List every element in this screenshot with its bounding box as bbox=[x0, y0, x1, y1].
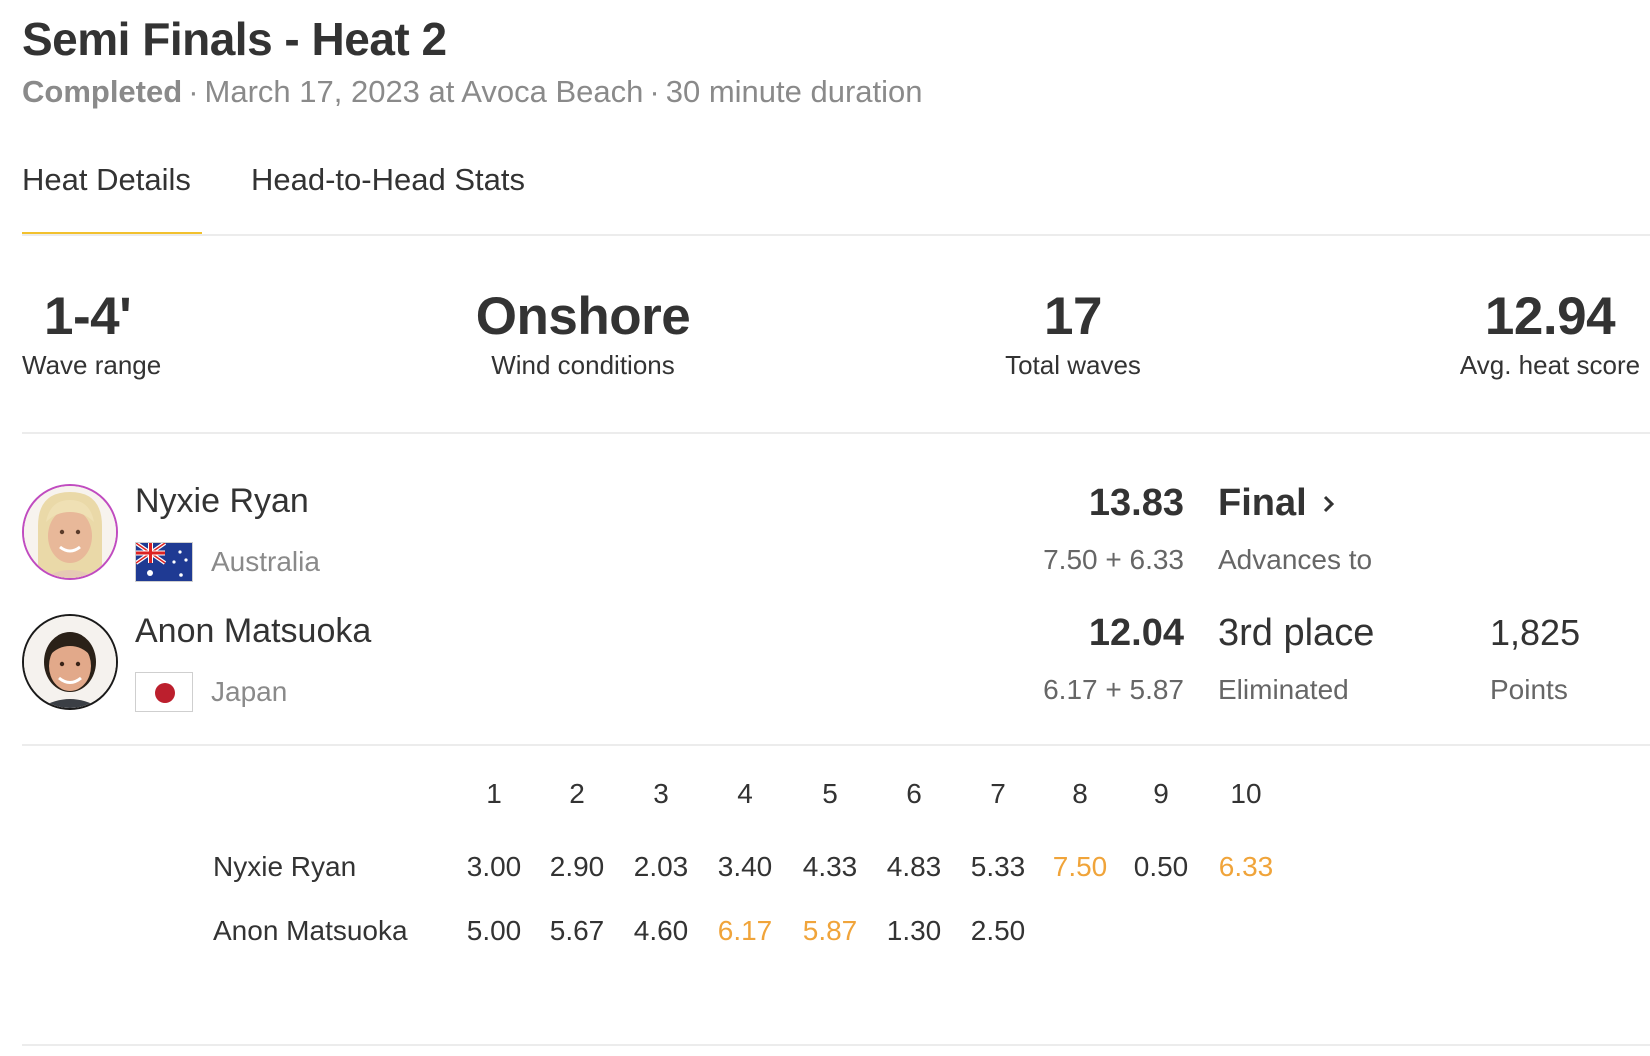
result-label: 3rd place bbox=[1218, 612, 1375, 654]
stat-wave-range: 1-4' Wave range bbox=[22, 286, 161, 381]
wave-score-counted: 5.87 bbox=[802, 915, 858, 946]
stat-value: 12.94 bbox=[1484, 287, 1616, 346]
japan-flag-icon bbox=[135, 672, 193, 712]
divider bbox=[22, 1044, 1650, 1046]
australia-flag-icon bbox=[135, 542, 193, 582]
athlete-name[interactable]: Anon Matsuoka bbox=[135, 612, 371, 651]
athlete-total-score: 13.83 bbox=[1088, 482, 1184, 524]
stat-value: Onshore bbox=[475, 287, 691, 346]
wave-number-header: 2 bbox=[569, 778, 585, 809]
wave-number-header: 10 bbox=[1230, 778, 1262, 809]
athlete-country: Japan bbox=[211, 676, 288, 707]
separator: · bbox=[649, 74, 660, 109]
athlete-best-waves: 6.17 + 5.87 bbox=[1043, 674, 1184, 705]
stat-wind-conditions: Onshore Wind conditions bbox=[463, 286, 703, 381]
athlete-photo-icon bbox=[24, 616, 116, 708]
separator: · bbox=[188, 74, 199, 109]
wave-number-header: 3 bbox=[653, 778, 669, 809]
heat-duration: 30 minute duration bbox=[665, 74, 923, 109]
stat-avg-heat-score: 12.94 Avg. heat score bbox=[1450, 286, 1650, 381]
wave-score: 0.50 bbox=[1133, 851, 1189, 882]
athlete-photo-icon bbox=[24, 486, 116, 578]
wave-score: 2.90 bbox=[549, 851, 605, 882]
wave-number-header: 4 bbox=[737, 778, 753, 809]
wave-score: 3.40 bbox=[717, 851, 773, 882]
divider bbox=[22, 234, 1650, 236]
stat-label: Total waves bbox=[1005, 350, 1141, 380]
wave-score: 2.03 bbox=[633, 851, 689, 882]
wave-score: 5.67 bbox=[549, 915, 605, 946]
wave-score-counted: 6.33 bbox=[1218, 851, 1274, 882]
result-sub: Eliminated bbox=[1218, 674, 1349, 705]
points-value: 1,825 bbox=[1490, 612, 1581, 653]
divider bbox=[22, 432, 1650, 434]
wave-score: 2.50 bbox=[970, 915, 1026, 946]
stat-value: 1-4' bbox=[44, 287, 132, 346]
wave-score: 3.00 bbox=[466, 851, 522, 882]
avatar[interactable] bbox=[22, 614, 118, 710]
wave-score-counted: 7.50 bbox=[1052, 851, 1108, 882]
athlete-name[interactable]: Nyxie Ryan bbox=[135, 482, 309, 521]
wave-score: 4.83 bbox=[886, 851, 942, 882]
wave-score: 1.30 bbox=[886, 915, 942, 946]
tab-heat-details[interactable]: Heat Details bbox=[22, 162, 191, 198]
wave-number-header: 7 bbox=[990, 778, 1006, 809]
result-label: Final bbox=[1218, 482, 1307, 524]
chevron-right-icon bbox=[1321, 483, 1337, 526]
heat-date-location: March 17, 2023 at Avoca Beach bbox=[204, 74, 644, 109]
wave-row-athlete-name: Nyxie Ryan bbox=[213, 851, 357, 882]
wave-number-header: 9 bbox=[1153, 778, 1169, 809]
wave-number-header: 5 bbox=[822, 778, 838, 809]
athlete-total-score: 12.04 bbox=[1088, 612, 1184, 654]
heat-status: Completed bbox=[22, 74, 183, 109]
divider bbox=[22, 744, 1650, 746]
page-title: Semi Finals - Heat 2 bbox=[22, 13, 447, 65]
athlete-best-waves: 7.50 + 6.33 bbox=[1043, 544, 1184, 575]
wave-score: 5.00 bbox=[466, 915, 522, 946]
wave-score: 5.33 bbox=[970, 851, 1026, 882]
wave-number-header: 1 bbox=[486, 778, 502, 809]
points-label: Points bbox=[1490, 674, 1568, 705]
tab-head-to-head-stats[interactable]: Head-to-Head Stats bbox=[251, 162, 525, 198]
athlete-country: Australia bbox=[211, 546, 320, 577]
stat-label: Wind conditions bbox=[491, 350, 675, 380]
wave-number-header: 6 bbox=[906, 778, 922, 809]
stat-label: Wave range bbox=[22, 350, 162, 380]
wave-score: 4.33 bbox=[802, 851, 858, 882]
heat-subtitle: Completed · March 17, 2023 at Avoca Beach ·… bbox=[22, 74, 923, 110]
stat-label: Avg. heat score bbox=[1459, 350, 1641, 380]
wave-number-header: 8 bbox=[1072, 778, 1088, 809]
stat-value: 17 bbox=[1044, 287, 1102, 346]
avatar[interactable] bbox=[22, 484, 118, 580]
stat-total-waves: 17 Total waves bbox=[960, 286, 1186, 381]
result-sub: Advances to bbox=[1218, 544, 1373, 575]
wave-score-counted: 6.17 bbox=[717, 915, 773, 946]
wave-row-athlete-name: Anon Matsuoka bbox=[213, 915, 408, 946]
result-final-link[interactable]: Final bbox=[1218, 482, 1337, 526]
wave-score: 4.60 bbox=[633, 915, 689, 946]
